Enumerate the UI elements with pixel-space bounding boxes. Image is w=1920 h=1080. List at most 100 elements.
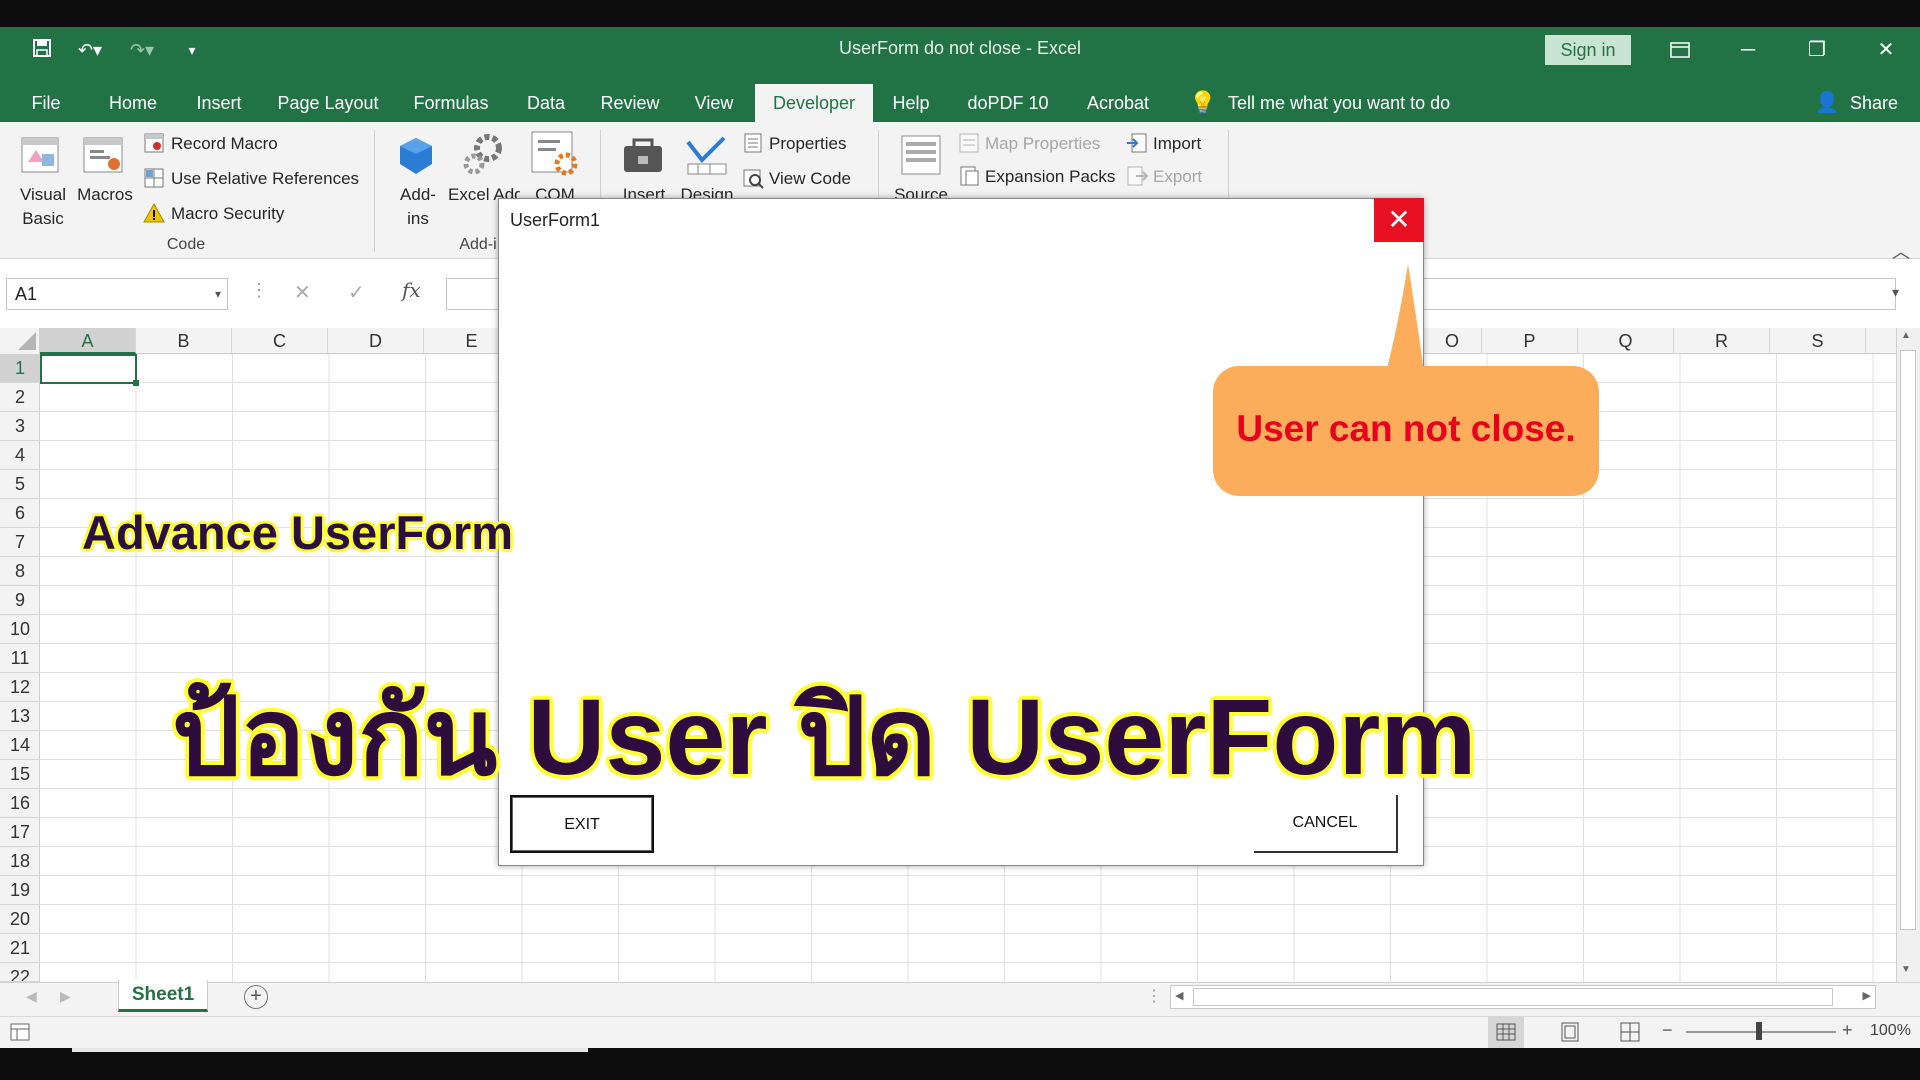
- sign-in-button[interactable]: Sign in: [1545, 35, 1631, 65]
- export-button[interactable]: Export: [1153, 165, 1202, 189]
- tab-file[interactable]: File: [22, 84, 70, 122]
- macros-icon[interactable]: [80, 132, 128, 182]
- scroll-left-icon[interactable]: ◀: [1175, 989, 1183, 1002]
- tab-dopdf[interactable]: doPDF 10: [960, 84, 1056, 122]
- row-header[interactable]: 1: [0, 354, 40, 383]
- addins-button[interactable]: Add-ins: [390, 183, 446, 231]
- expansion-packs-button[interactable]: Expansion Packs: [985, 165, 1115, 189]
- row-header[interactable]: 21: [0, 934, 40, 963]
- cancel-entry-icon[interactable]: ✕: [294, 280, 311, 305]
- row-header[interactable]: 19: [0, 876, 40, 905]
- tab-formulas[interactable]: Formulas: [406, 84, 496, 122]
- column-header-d[interactable]: D: [328, 328, 424, 354]
- macro-recording-icon[interactable]: [10, 1023, 30, 1046]
- row-header[interactable]: 9: [0, 586, 40, 615]
- xml-source-icon[interactable]: [898, 132, 946, 182]
- tab-developer[interactable]: Developer: [755, 84, 873, 122]
- record-macro-button[interactable]: Record Macro: [171, 132, 278, 156]
- row-header[interactable]: 7: [0, 528, 40, 557]
- macro-security-button[interactable]: Macro Security: [171, 202, 284, 226]
- row-header[interactable]: 15: [0, 760, 40, 789]
- page-layout-view-icon[interactable]: [1552, 1016, 1588, 1048]
- import-button[interactable]: Import: [1153, 132, 1201, 156]
- restore-button[interactable]: ❐: [1797, 32, 1837, 68]
- name-box[interactable]: A1 ▾: [6, 278, 228, 310]
- row-header[interactable]: 3: [0, 412, 40, 441]
- page-break-preview-icon[interactable]: [1612, 1016, 1648, 1048]
- zoom-out-icon[interactable]: −: [1662, 1020, 1673, 1041]
- tab-help[interactable]: Help: [884, 84, 938, 122]
- row-header[interactable]: 14: [0, 731, 40, 760]
- scroll-right-icon[interactable]: ▶: [1863, 989, 1871, 1002]
- addins-icon[interactable]: [396, 134, 440, 182]
- vertical-scroll-thumb[interactable]: [1900, 350, 1916, 930]
- row-header[interactable]: 17: [0, 818, 40, 847]
- scroll-down-icon[interactable]: ▼: [1901, 964, 1911, 975]
- tab-home[interactable]: Home: [100, 84, 166, 122]
- sheet-tab-sheet1[interactable]: Sheet1: [118, 980, 208, 1012]
- visual-basic-button[interactable]: Visual Basic: [10, 183, 76, 231]
- column-header-a[interactable]: A: [40, 328, 136, 354]
- row-header[interactable]: 18: [0, 847, 40, 876]
- macros-button[interactable]: Macros: [74, 183, 136, 207]
- design-mode-icon[interactable]: [684, 132, 732, 182]
- tab-insert[interactable]: Insert: [188, 84, 250, 122]
- zoom-slider-thumb[interactable]: [1756, 1022, 1762, 1040]
- tab-data[interactable]: Data: [518, 84, 574, 122]
- minimize-button[interactable]: ─: [1728, 32, 1768, 68]
- view-code-button[interactable]: View Code: [769, 167, 851, 191]
- tell-me-search[interactable]: Tell me what you want to do: [1228, 84, 1468, 122]
- tab-page-layout[interactable]: Page Layout: [272, 84, 384, 122]
- properties-button[interactable]: Properties: [769, 132, 846, 156]
- share-button[interactable]: Share: [1846, 84, 1902, 122]
- close-window-button[interactable]: ✕: [1866, 32, 1906, 68]
- insert-function-button[interactable]: fx: [402, 278, 421, 302]
- column-header-c[interactable]: C: [232, 328, 328, 354]
- column-header-s[interactable]: S: [1770, 328, 1866, 354]
- column-header-b[interactable]: B: [136, 328, 232, 354]
- horizontal-scroll-thumb[interactable]: [1193, 988, 1833, 1006]
- row-header[interactable]: 20: [0, 905, 40, 934]
- row-header[interactable]: 13: [0, 702, 40, 731]
- insert-controls-icon[interactable]: [620, 132, 668, 182]
- row-header[interactable]: 11: [0, 644, 40, 673]
- use-relative-references-button[interactable]: Use Relative References: [171, 167, 359, 191]
- row-header[interactable]: 4: [0, 441, 40, 470]
- row-header[interactable]: 8: [0, 557, 40, 586]
- normal-view-icon[interactable]: [1488, 1016, 1524, 1048]
- tab-split-handle[interactable]: ⋮: [1146, 986, 1162, 1006]
- tab-review[interactable]: Review: [596, 84, 664, 122]
- row-header[interactable]: 2: [0, 383, 40, 412]
- map-properties-button[interactable]: Map Properties: [985, 132, 1100, 156]
- horizontal-scrollbar[interactable]: ◀ ▶: [1170, 985, 1876, 1009]
- zoom-level[interactable]: 100%: [1870, 1022, 1911, 1040]
- row-header[interactable]: 5: [0, 470, 40, 499]
- ribbon-display-options-icon[interactable]: [1660, 32, 1700, 68]
- visual-basic-icon[interactable]: [18, 132, 66, 182]
- confirm-entry-icon[interactable]: ✓: [348, 280, 365, 305]
- excel-addins-gear-icon[interactable]: [460, 130, 508, 180]
- column-header-p[interactable]: P: [1482, 328, 1578, 354]
- add-sheet-icon[interactable]: +: [244, 985, 268, 1009]
- vertical-scrollbar[interactable]: ▲ ▼: [1896, 328, 1920, 982]
- sheet-next-icon[interactable]: ▶: [60, 988, 71, 1005]
- active-cell-a1[interactable]: [40, 354, 137, 384]
- select-all-button[interactable]: [0, 328, 40, 354]
- scroll-up-icon[interactable]: ▲: [1901, 330, 1911, 341]
- zoom-in-icon[interactable]: +: [1842, 1020, 1853, 1041]
- row-header[interactable]: 10: [0, 615, 40, 644]
- com-addins-icon[interactable]: [530, 130, 582, 180]
- column-header-q[interactable]: Q: [1578, 328, 1674, 354]
- tab-view[interactable]: View: [686, 84, 742, 122]
- column-header-r[interactable]: R: [1674, 328, 1770, 354]
- row-header[interactable]: 6: [0, 499, 40, 528]
- tab-acrobat[interactable]: Acrobat: [1078, 84, 1158, 122]
- sheet-prev-icon[interactable]: ◀: [26, 988, 37, 1005]
- row-header[interactable]: 12: [0, 673, 40, 702]
- fill-handle[interactable]: [133, 380, 139, 386]
- expand-formula-bar-icon[interactable]: ▾: [1892, 284, 1899, 301]
- row-header[interactable]: 22: [0, 963, 40, 982]
- expansion-packs-icon: [958, 165, 980, 194]
- row-header[interactable]: 16: [0, 789, 40, 818]
- userform-close-button[interactable]: ✕: [1374, 198, 1424, 242]
